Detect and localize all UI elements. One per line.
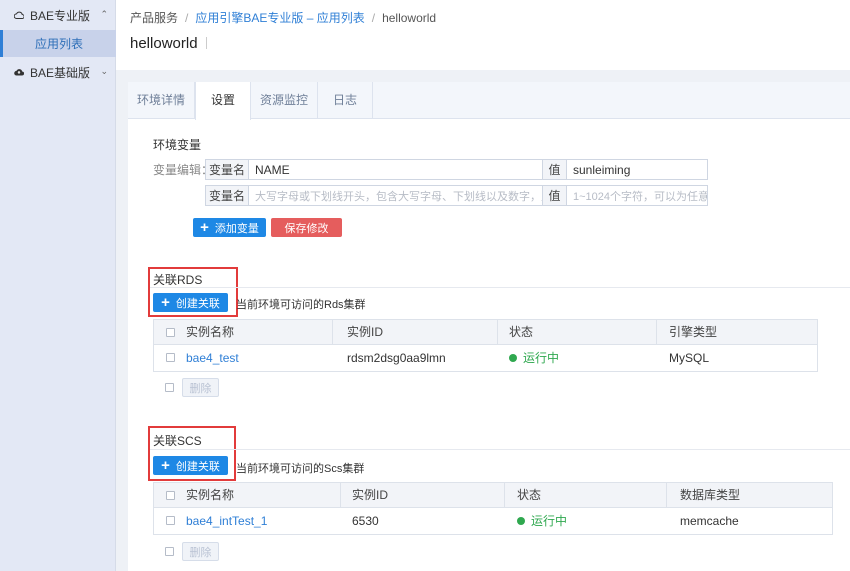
table-row: bae4_test rdsm2dsg0aa9lmn 运行中 MySQL xyxy=(154,345,817,371)
column-divider xyxy=(666,483,667,508)
create-link-label: 创建关联 xyxy=(175,297,220,310)
scs-section-title: 关联SCS xyxy=(153,434,202,448)
sidebar: BAE专业版 ⌃ 应用列表 BAE基础版 ⌄ xyxy=(0,0,116,571)
scs-create-link-button[interactable]: + 创建关联 xyxy=(153,456,228,475)
rds-hint: 当前环境可访问的Rds集群 xyxy=(236,299,366,311)
col-instance-name: 实例名称 xyxy=(186,488,235,502)
column-divider xyxy=(656,320,657,345)
table-header: 实例名称 实例ID 状态 数据库类型 xyxy=(154,483,832,508)
tab-resource-monitor[interactable]: 资源监控 xyxy=(251,82,318,119)
instance-id: 6530 xyxy=(352,514,379,528)
database-type: memcache xyxy=(680,514,739,528)
sidebar-item-label: 应用列表 xyxy=(35,37,84,51)
breadcrumb-separator: / xyxy=(185,11,189,25)
rds-delete-button[interactable]: 删除 xyxy=(182,378,219,397)
engine-type: MySQL xyxy=(669,351,710,365)
status-badge: 运行中 xyxy=(517,508,567,534)
instance-id: rdsm2dsg0aa9lmn xyxy=(347,351,446,365)
tab-settings[interactable]: 设置 xyxy=(195,82,251,120)
var-value-input[interactable]: sunleiming xyxy=(567,159,708,180)
save-changes-button[interactable]: 保存修改 xyxy=(271,218,342,237)
col-instance-name: 实例名称 xyxy=(186,325,235,339)
breadcrumb-separator: / xyxy=(371,11,376,25)
rds-table: 实例名称 实例ID 状态 引擎类型 bae4_test rdsm2dsg0aa9… xyxy=(153,319,818,372)
main-area: 产品服务 / 应用引擎BAE专业版 – 应用列表 / helloworld hellow… xyxy=(116,0,850,571)
sidebar-item-app-list[interactable]: 应用列表 xyxy=(0,30,116,57)
sidebar-group-label: BAE专业版 xyxy=(30,8,91,23)
column-divider xyxy=(340,483,341,508)
scs-table: 实例名称 实例ID 状态 数据库类型 bae4_intTest_1 6530 运… xyxy=(153,482,833,535)
page-header: 产品服务 / 应用引擎BAE专业版 – 应用列表 / helloworld hellow… xyxy=(116,0,850,70)
column-divider xyxy=(504,483,505,508)
breadcrumb: 产品服务 / 应用引擎BAE专业版 – 应用列表 / helloworld xyxy=(130,9,436,26)
chevron-up-icon: ⌃ xyxy=(100,9,108,19)
env-section-title: 环境变量 xyxy=(153,138,202,152)
sidebar-group-bae-basic[interactable]: BAE基础版 ⌄ xyxy=(0,57,116,87)
tab-env-details[interactable]: 环境详情 xyxy=(128,82,195,119)
scs-delete-button[interactable]: 删除 xyxy=(182,542,219,561)
rds-section-title: 关联RDS xyxy=(153,273,203,287)
var-name-input[interactable]: NAME xyxy=(249,159,543,180)
column-divider xyxy=(332,320,333,345)
var-value-input[interactable]: 1~1024个字符，可以为任意 xyxy=(567,185,708,206)
plus-icon: + xyxy=(161,457,170,474)
tab-logs[interactable]: 日志 xyxy=(318,82,373,119)
page-title-text: helloworld xyxy=(130,35,198,52)
breadcrumb-root[interactable]: 产品服务 xyxy=(130,11,178,25)
chevron-down-icon: ⌄ xyxy=(100,66,108,76)
bulk-select-checkbox[interactable] xyxy=(165,547,174,556)
content-panel: 环境详情 设置 资源监控 日志 环境变量 变量编辑： 变量名 NAME 值 su… xyxy=(128,82,850,571)
var-name-label: 变量名 xyxy=(205,159,249,180)
instance-name-link[interactable]: bae4_test xyxy=(186,345,239,371)
status-dot-icon xyxy=(517,517,525,525)
scs-hint: 当前环境可访问的Scs集群 xyxy=(236,463,365,475)
cloud-upload-icon xyxy=(14,67,24,77)
col-engine-type: 引擎类型 xyxy=(669,325,718,339)
var-value-label: 值 xyxy=(543,159,567,180)
env-edit-label: 变量编辑： xyxy=(153,163,214,177)
env-var-row-new: 变量名 大写字母或下划线开头，包含大写字母、下划线以及数字，且不 值 1~102… xyxy=(205,185,708,206)
add-variable-label: 添加变量 xyxy=(214,222,259,235)
create-link-label: 创建关联 xyxy=(175,460,220,473)
select-all-checkbox[interactable] xyxy=(166,328,175,337)
col-status: 状态 xyxy=(517,488,542,502)
var-name-input[interactable]: 大写字母或下划线开头，包含大写字母、下划线以及数字，且不 xyxy=(249,185,543,206)
col-instance-id: 实例ID xyxy=(347,325,384,339)
var-name-label: 变量名 xyxy=(205,185,249,206)
breadcrumb-parent-link[interactable]: 应用引擎BAE专业版 – 应用列表 xyxy=(195,11,364,25)
sidebar-group-bae-pro[interactable]: BAE专业版 ⌃ xyxy=(0,0,116,30)
section-divider xyxy=(150,287,850,288)
title-divider xyxy=(205,37,207,49)
bulk-select-checkbox[interactable] xyxy=(165,383,174,392)
section-divider xyxy=(150,449,850,450)
col-instance-id: 实例ID xyxy=(352,488,389,502)
rds-create-link-button[interactable]: + 创建关联 xyxy=(153,293,228,312)
add-variable-button[interactable]: + 添加变量 xyxy=(193,218,266,237)
status-dot-icon xyxy=(509,354,517,362)
cloud-icon xyxy=(14,10,24,20)
table-row: bae4_intTest_1 6530 运行中 memcache xyxy=(154,508,832,534)
col-database-type: 数据库类型 xyxy=(680,488,741,502)
select-all-checkbox[interactable] xyxy=(166,491,175,500)
env-var-row: 变量名 NAME 值 sunleiming xyxy=(205,159,708,180)
plus-icon: + xyxy=(200,219,209,236)
column-divider xyxy=(497,320,498,345)
status-text: 运行中 xyxy=(523,351,560,365)
table-header: 实例名称 实例ID 状态 引擎类型 xyxy=(154,320,817,345)
col-status: 状态 xyxy=(509,325,534,339)
sidebar-group-label: BAE基础版 xyxy=(30,65,91,80)
status-badge: 运行中 xyxy=(509,345,559,371)
breadcrumb-current: helloworld xyxy=(382,11,437,25)
tab-bar: 环境详情 设置 资源监控 日志 xyxy=(128,82,850,120)
page-title: helloworld xyxy=(130,35,207,52)
status-text: 运行中 xyxy=(531,514,568,528)
var-value-label: 值 xyxy=(543,185,567,206)
plus-icon: + xyxy=(161,294,170,311)
row-checkbox[interactable] xyxy=(166,516,175,525)
row-checkbox[interactable] xyxy=(166,353,175,362)
instance-name-link[interactable]: bae4_intTest_1 xyxy=(186,508,267,534)
